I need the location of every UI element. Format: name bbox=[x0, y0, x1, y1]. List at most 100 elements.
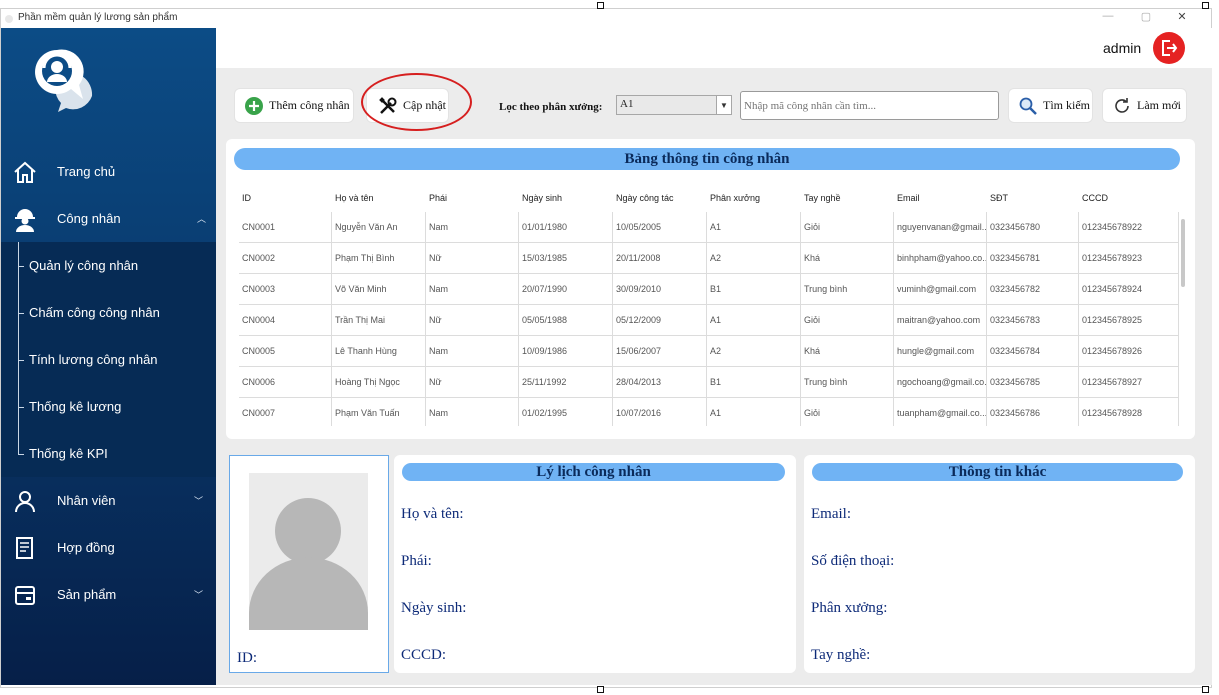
column-header[interactable]: Phái bbox=[429, 184, 447, 212]
table-row[interactable]: CN0001 Nguyễn Văn An Nam 01/01/1980 10/05/20… bbox=[239, 212, 1179, 243]
table-row[interactable]: CN0006 Hoàng Thị Ngọc Nữ 25/11/1992 28/04/20… bbox=[239, 367, 1179, 398]
sidebar-subitem-salary[interactable]: Tính lương công nhân bbox=[29, 336, 158, 383]
column-header[interactable]: Họ và tên bbox=[335, 184, 374, 212]
table-cell: 012345678922 bbox=[1079, 212, 1179, 243]
maximize-button[interactable]: ▢ bbox=[1136, 10, 1156, 23]
table-cell: Nam bbox=[426, 212, 519, 243]
app-icon bbox=[5, 15, 13, 23]
table-title: Bảng thông tin công nhân bbox=[234, 148, 1180, 170]
table-cell: Nguyễn Văn An bbox=[332, 212, 426, 243]
tree-connector bbox=[18, 266, 24, 267]
table-scrollbar[interactable] bbox=[1181, 219, 1185, 429]
skill-label: Tay nghề: bbox=[811, 647, 871, 663]
minimize-button[interactable]: — bbox=[1098, 10, 1118, 22]
table-cell: 012345678926 bbox=[1079, 336, 1179, 367]
table-cell: ngochoang@gmail.co... bbox=[894, 367, 987, 398]
close-window-button[interactable]: ✕ bbox=[1172, 10, 1192, 23]
tree-connector bbox=[18, 407, 24, 408]
column-header[interactable]: SĐT bbox=[990, 184, 1008, 212]
table-cell: binhpham@yahoo.co... bbox=[894, 243, 987, 274]
plus-circle-icon bbox=[245, 96, 263, 115]
sidebar-item-label: Sản phẩm bbox=[57, 587, 117, 602]
column-header[interactable]: Ngày sinh bbox=[522, 184, 562, 212]
add-worker-button[interactable]: Thêm công nhân bbox=[234, 88, 354, 123]
table-cell: Lê Thanh Hùng bbox=[332, 336, 426, 367]
table-cell: A2 bbox=[707, 336, 801, 367]
table-cell: 30/09/2010 bbox=[613, 274, 707, 305]
sidebar-item-contracts[interactable]: Hợp đồng bbox=[1, 524, 216, 571]
column-header[interactable]: Ngày công tác bbox=[616, 184, 674, 212]
table-cell: Nữ bbox=[426, 243, 519, 274]
sidebar-subitem-manage-workers[interactable]: Quản lý công nhân bbox=[29, 242, 138, 289]
table-cell: 01/02/1995 bbox=[519, 398, 613, 426]
table-cell: 0323456780 bbox=[987, 212, 1079, 243]
table-body[interactable]: CN0001 Nguyễn Văn An Nam 01/01/1980 10/05/20… bbox=[239, 212, 1179, 426]
avatar-placeholder bbox=[249, 473, 368, 630]
table-row[interactable]: CN0002 Phạm Thị Bình Nữ 15/03/1985 20/11/200… bbox=[239, 243, 1179, 274]
table-cell: 012345678925 bbox=[1079, 305, 1179, 336]
refresh-button[interactable]: Làm mới bbox=[1102, 88, 1187, 123]
sidebar-item-label: Trang chủ bbox=[57, 164, 116, 179]
table-cell: CN0007 bbox=[239, 398, 332, 426]
current-user: admin bbox=[1103, 40, 1142, 56]
table-cell: 15/06/2007 bbox=[613, 336, 707, 367]
column-header[interactable]: Phân xưởng bbox=[710, 184, 760, 212]
table-cell: Giỏi bbox=[801, 212, 894, 243]
resize-handle-top[interactable] bbox=[597, 2, 604, 9]
worker-helmet-icon bbox=[11, 205, 39, 233]
table-row[interactable]: CN0003 Võ Văn Minh Nam 20/07/1990 30/09/2010… bbox=[239, 274, 1179, 305]
table-row[interactable]: CN0007 Phạm Văn Tuấn Nam 01/02/1995 10/07/20… bbox=[239, 398, 1179, 426]
update-button[interactable]: Cập nhật bbox=[366, 88, 449, 123]
table-cell: 0323456783 bbox=[987, 305, 1079, 336]
table-cell: 0323456785 bbox=[987, 367, 1079, 398]
table-cell: Trung bình bbox=[801, 367, 894, 398]
scrollbar-thumb[interactable] bbox=[1181, 219, 1185, 287]
table-cell: Nữ bbox=[426, 367, 519, 398]
table-cell: 012345678927 bbox=[1079, 367, 1179, 398]
table-cell: Phạm Văn Tuấn bbox=[332, 398, 426, 426]
tree-connector bbox=[18, 360, 24, 361]
dropdown-arrow-icon[interactable]: ▼ bbox=[716, 96, 731, 114]
column-header[interactable]: CCCD bbox=[1082, 184, 1108, 212]
chevron-down-icon: ﹀ bbox=[194, 590, 204, 600]
sidebar-item-products[interactable]: Sản phẩm ﹀ bbox=[1, 571, 216, 618]
sidebar-subitem-salary-stats[interactable]: Thống kê lương bbox=[29, 383, 121, 430]
column-header[interactable]: Email bbox=[897, 184, 920, 212]
tree-connector bbox=[18, 313, 24, 314]
chevron-up-icon: ︿ bbox=[197, 214, 207, 224]
table-cell: CN0004 bbox=[239, 305, 332, 336]
phone-label: Số điện thoại: bbox=[811, 553, 895, 569]
refresh-label: Làm mới bbox=[1137, 98, 1182, 112]
table-cell: 0323456786 bbox=[987, 398, 1079, 426]
search-button[interactable]: Tìm kiếm bbox=[1008, 88, 1093, 123]
sidebar-subitem-kpi-stats[interactable]: Thống kê KPI bbox=[29, 430, 108, 477]
table-row[interactable]: CN0005 Lê Thanh Hùng Nam 10/09/1986 15/06/20… bbox=[239, 336, 1179, 367]
table-cell: Khá bbox=[801, 243, 894, 274]
column-header[interactable]: ID bbox=[242, 184, 251, 212]
table-row[interactable]: CN0004 Trần Thị Mai Nữ 05/05/1988 05/12/2009… bbox=[239, 305, 1179, 336]
table-cell: Nữ bbox=[426, 305, 519, 336]
resize-handle-bottom[interactable] bbox=[597, 686, 604, 693]
worker-profile-card: Lý lịch công nhân Họ và tên: Phái: Ngày … bbox=[394, 455, 796, 673]
table-cell: 012345678923 bbox=[1079, 243, 1179, 274]
workshop-filter-select[interactable]: A1 ▼ bbox=[616, 95, 732, 115]
sidebar-item-employees[interactable]: Nhân viên ﹀ bbox=[1, 477, 216, 524]
table-cell: B1 bbox=[707, 274, 801, 305]
table-cell: A1 bbox=[707, 305, 801, 336]
table-cell: nguyenvanan@gmail... bbox=[894, 212, 987, 243]
logout-button[interactable] bbox=[1153, 32, 1185, 64]
table-cell: 012345678924 bbox=[1079, 274, 1179, 305]
table-cell: 25/11/1992 bbox=[519, 367, 613, 398]
sidebar-subitem-attendance[interactable]: Chấm công công nhân bbox=[29, 289, 160, 336]
person-icon bbox=[11, 487, 39, 515]
table-cell: Giỏi bbox=[801, 398, 894, 426]
sidebar-item-label: Hợp đồng bbox=[57, 540, 115, 555]
column-header[interactable]: Tay nghề bbox=[804, 184, 841, 212]
table-cell: 012345678928 bbox=[1079, 398, 1179, 426]
search-input[interactable] bbox=[740, 91, 999, 120]
worker-photo-panel: ID: bbox=[229, 455, 389, 673]
sidebar-item-workers[interactable]: Công nhân ︿ bbox=[1, 195, 216, 242]
resize-handle-bottom-right[interactable] bbox=[1202, 686, 1209, 693]
sidebar-item-home[interactable]: Trang chủ bbox=[1, 148, 216, 195]
resize-handle-top-right[interactable] bbox=[1202, 2, 1209, 9]
